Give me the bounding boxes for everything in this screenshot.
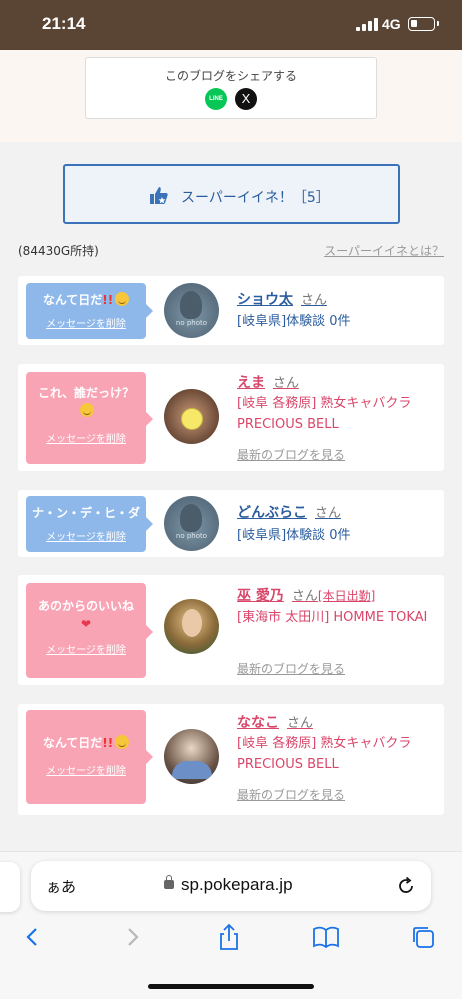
heart-icon: ❤ [80,617,92,631]
smiley-sticker-icon [181,408,203,430]
list-item: なんて日だ!! メッセージを削除 ななこ さん [岐阜 各務原] 熟女キャバクラ … [18,704,444,815]
x-share-icon[interactable]: X [235,88,257,110]
owned-points: (84430G所持) [18,244,99,258]
user-info: [岐阜県]体験談 0件 [237,314,351,329]
share-box: このブログをシェアする LINE X [85,57,377,119]
avatar[interactable] [164,729,219,784]
avatar[interactable] [164,389,219,444]
forward-icon[interactable] [117,922,147,952]
delete-message-link[interactable]: メッセージを削除 [26,528,146,543]
message-bubble: なんて日だ!! メッセージを削除 [26,710,153,804]
list-item: これ、誰だっけ？ メッセージを削除 えま さん [岐阜 各務原] 熟女キャバクラ … [18,364,444,471]
user-info: [岐阜 各務原] 熟女キャバクラ PRECIOUS BELL [237,396,412,432]
honorific: さん [273,376,300,391]
laughing-emoji-icon [80,403,94,417]
portrait-photo [182,609,202,637]
double-exclamation-icon: !! [102,736,114,750]
user-name-link[interactable]: えま [237,375,265,391]
honorific: さん [301,293,328,308]
share-icons: LINE X [205,88,261,110]
laughing-emoji-icon [115,292,130,306]
super-like-button[interactable]: スーパーイイネ！［5］ [63,164,400,224]
message-text: なんて日だ [42,736,103,750]
status-bar: 21:14 4G [0,0,462,50]
laughing-emoji-icon [115,735,130,749]
back-icon[interactable] [18,922,48,952]
latest-blog-link[interactable]: 最新のブログを見る [237,786,345,803]
message-bubble: ナ・ン・デ・ヒ・ダ メッセージを削除 [26,496,153,552]
message-bubble: これ、誰だっけ？ メッセージを削除 [26,372,153,464]
network-type: 4G [382,16,401,32]
address-bar[interactable]: ぁあ sp.pokepara.jp [31,861,431,911]
list-item: ナ・ン・デ・ヒ・ダ メッセージを削除 no photo どんぶらこ さん [岐阜県… [18,490,444,557]
clock: 21:14 [42,14,86,33]
message-text: これ、誰だっけ？ [37,386,135,400]
double-exclamation-icon: !! [102,293,114,307]
honorific: さん [287,716,314,731]
list-item: あのからのいいね ❤ メッセージを削除 巫 愛乃 さん[本日出勤] [東海市 太田川… [18,575,444,685]
silhouette-icon [180,291,202,319]
share-title: このブログをシェアする [164,69,297,83]
lock-icon [164,875,174,889]
bookmarks-icon[interactable] [311,922,341,952]
reload-icon[interactable] [395,875,417,897]
home-indicator [148,984,314,989]
user-info: [東海市 太田川] HOMME TOKAI [237,610,428,625]
url-text[interactable]: sp.pokepara.jp [181,875,293,895]
latest-blog-link[interactable]: 最新のブログを見る [237,660,345,677]
avatar[interactable]: no photo [164,496,219,551]
no-photo-label: no photo [175,532,208,540]
line-share-icon[interactable]: LINE [205,88,227,110]
battery-icon [408,17,435,31]
share-icon[interactable] [214,922,244,952]
super-like-label: スーパーイイネ！［5］ [181,190,330,206]
browser-toolbar: ぁあ sp.pokepara.jp [0,851,462,999]
user-name-link[interactable]: ななこ [237,715,279,731]
user-info: [岐阜県]体験談 0件 [237,528,351,543]
fan-icon [172,761,212,779]
silhouette-icon [180,504,202,532]
previous-tab-preview[interactable] [0,862,20,912]
what-is-super-like-link[interactable]: スーパーイイネとは？ [324,242,444,259]
delete-message-link[interactable]: メッセージを削除 [26,762,146,777]
delete-message-link[interactable]: メッセージを削除 [26,430,146,445]
cellular-signal-icon [356,18,378,31]
honorific: さん [291,589,318,604]
avatar[interactable] [164,599,219,654]
delete-message-link[interactable]: メッセージを削除 [26,315,146,330]
honorific: さん [315,506,342,521]
list-item: なんて日だ!! メッセージを削除 no photo ショウ太 さん [岐阜県]体験… [18,276,444,345]
user-info: [岐阜 各務原] 熟女キャバクラ PRECIOUS BELL [237,736,412,772]
thumbs-up-icon [150,187,168,204]
delete-message-link[interactable]: メッセージを削除 [26,641,146,656]
message-bubble: なんて日だ!! メッセージを削除 [26,283,153,339]
message-bubble: あのからのいいね ❤ メッセージを削除 [26,583,153,678]
message-text: あのからのいいね [37,599,134,613]
message-text: なんて日だ [42,293,103,307]
avatar[interactable]: no photo [164,283,219,338]
battery-tip [437,21,439,26]
user-name-link[interactable]: ショウ太 [237,292,293,308]
share-section: このブログをシェアする LINE X [0,50,462,142]
user-name-link[interactable]: 巫 愛乃 [237,588,284,604]
reader-settings-button[interactable]: ぁあ [46,876,76,897]
latest-blog-link[interactable]: 最新のブログを見る [237,446,345,463]
no-photo-label: no photo [175,319,208,327]
working-today-status: [本日出勤] [317,589,376,603]
message-text: ナ・ン・デ・ヒ・ダ [32,506,141,520]
tabs-icon[interactable] [408,922,438,952]
user-name-link[interactable]: どんぶらこ [237,505,307,521]
